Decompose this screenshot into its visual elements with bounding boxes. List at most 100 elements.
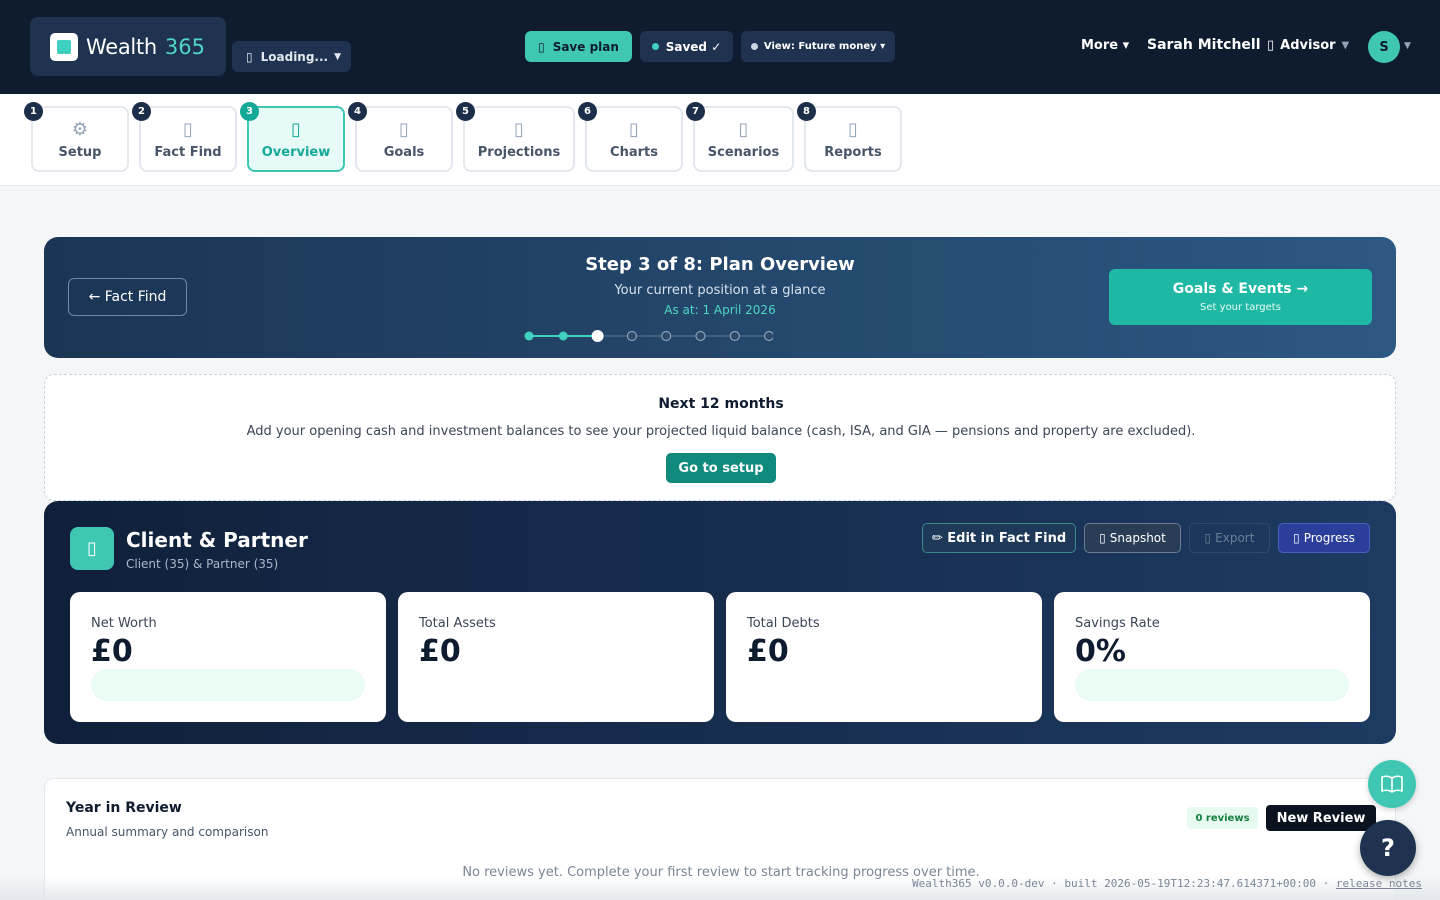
net-worth-card: Net Worth £0: [70, 592, 386, 722]
logo-mark-icon: [50, 32, 78, 61]
tab-projections[interactable]: 5 ▯ Projections: [456, 102, 575, 172]
save-plan-button[interactable]: ▯ Save plan: [525, 31, 632, 62]
snapshot-button[interactable]: ▯ Snapshot: [1084, 523, 1181, 553]
view-mode-dropdown[interactable]: View: Future money ▾: [741, 31, 895, 62]
progress-step-dot: [591, 330, 604, 342]
edit-in-fact-find-button[interactable]: ✏ Edit in Fact Find: [922, 523, 1076, 553]
tab-scenarios[interactable]: 7 ▯ Scenarios: [686, 102, 794, 172]
next-12-months-card: Next 12 months Add your opening cash and…: [44, 374, 1396, 501]
build-version: Wealth365 v0.0.0-dev · built 2026-05-19T…: [912, 877, 1336, 890]
avatar[interactable]: S: [1368, 31, 1400, 63]
new-review-button[interactable]: New Review: [1266, 805, 1376, 831]
tab-number: 6: [578, 102, 597, 121]
briefcase-icon: ▯: [1267, 38, 1275, 53]
chart-icon: ▯: [629, 118, 639, 140]
reviews-count-badge: 0 reviews: [1187, 807, 1258, 829]
tab-number: 5: [456, 102, 475, 121]
stat-label: Net Worth: [91, 616, 157, 631]
folder-icon: ▯: [246, 49, 253, 64]
stat-label: Total Debts: [747, 616, 820, 631]
save-plan-label: Save plan: [552, 39, 619, 54]
progress-label: Progress: [1303, 531, 1355, 545]
savings-rate-sparkline: [1075, 669, 1349, 701]
release-notes-link[interactable]: release notes: [1336, 877, 1422, 890]
export-icon: ▯: [1204, 531, 1212, 545]
step-progress: [524, 330, 773, 342]
avatar-chevron-icon[interactable]: ▼: [1404, 41, 1411, 51]
tab-overview[interactable]: 3 ▯ Overview: [240, 102, 345, 172]
gear-icon: ⚙: [71, 118, 89, 140]
progress-step-dot: [764, 330, 773, 342]
tab-charts[interactable]: 6 ▯ Charts: [578, 102, 683, 172]
tab-label: Charts: [610, 144, 658, 160]
progress-step-dot: [729, 330, 740, 342]
savings-rate-card: Savings Rate 0%: [1054, 592, 1370, 722]
stat-value: £0: [91, 634, 133, 669]
goals-events-label: Goals & Events →: [1172, 281, 1309, 297]
tab-number: 4: [348, 102, 367, 121]
tab-number: 7: [686, 102, 705, 121]
guide-book-button[interactable]: [1368, 760, 1416, 808]
progress-icon: ▯: [1293, 531, 1300, 545]
help-button[interactable]: ?: [1360, 820, 1416, 876]
chevron-down-icon: ▼: [334, 51, 342, 62]
step-tabs: 1 ⚙ Setup 2 ▯ Fact Find 3 ▯ Overview 4 ▯…: [0, 94, 1440, 186]
tab-number: 1: [24, 102, 43, 121]
save-icon: ▯: [538, 39, 545, 54]
role-dropdown[interactable]: ▯ Advisor ▼: [1267, 38, 1349, 53]
year-in-review-subtitle: Annual summary and comparison: [66, 825, 269, 839]
overview-icon: ▯: [291, 118, 301, 140]
export-button[interactable]: ▯ Export: [1189, 523, 1270, 553]
net-worth-sparkline: [91, 669, 365, 701]
chevron-down-icon: ▼: [1341, 40, 1350, 51]
go-to-setup-button[interactable]: Go to setup: [666, 453, 776, 483]
client-panel: ▯ Client & Partner Client (35) & Partner…: [44, 501, 1396, 744]
progress-step-dot: [661, 330, 672, 342]
client-title: Client & Partner: [126, 528, 308, 552]
step-banner: ← Fact Find Step 3 of 8: Plan Overview Y…: [44, 237, 1396, 358]
progress-step-dot: [558, 331, 568, 341]
saved-status: Saved ✓: [640, 31, 733, 62]
export-label: Export: [1215, 531, 1255, 545]
plan-selector[interactable]: ▯ Loading... ▼: [232, 41, 351, 72]
report-icon: ▯: [848, 118, 858, 140]
camera-icon: ▯: [1099, 531, 1106, 545]
progress-button[interactable]: ▯ Progress: [1278, 523, 1370, 553]
view-dot-icon: [750, 43, 758, 50]
stat-label: Savings Rate: [1075, 616, 1160, 631]
tab-number: 2: [132, 102, 151, 121]
target-icon: ▯: [399, 118, 409, 140]
next-12-months-text: Add your opening cash and investment bal…: [246, 424, 1196, 439]
tab-label: Goals: [383, 144, 425, 160]
tab-setup[interactable]: 1 ⚙ Setup: [24, 102, 129, 172]
progress-step-dot: [524, 331, 534, 341]
client-subtitle: Client (35) & Partner (35): [126, 557, 279, 571]
clipboard-icon: ▯: [183, 118, 193, 140]
tab-label: Reports: [824, 144, 882, 160]
goals-events-sublabel: Set your targets: [1200, 302, 1281, 313]
tab-label: Scenarios: [707, 144, 780, 160]
total-assets-card: Total Assets £0: [398, 592, 714, 722]
tab-label: Fact Find: [154, 144, 222, 160]
goals-events-button[interactable]: Goals & Events → Set your targets: [1109, 269, 1372, 325]
stat-value: 0%: [1075, 634, 1126, 669]
tab-label: Projections: [477, 144, 561, 160]
tab-fact-find[interactable]: 2 ▯ Fact Find: [132, 102, 237, 172]
saved-dot-icon: [651, 43, 659, 50]
book-icon: [1381, 775, 1403, 793]
brand-name: Wealth: [86, 34, 157, 59]
scenario-icon: ▯: [738, 118, 749, 140]
user-name: Sarah Mitchell: [1147, 37, 1261, 53]
more-menu[interactable]: More ▾: [1081, 38, 1129, 53]
snapshot-label: Snapshot: [1109, 531, 1166, 545]
tab-label: Setup: [58, 144, 102, 160]
brand-logo[interactable]: Wealth 365: [30, 17, 226, 76]
tab-reports[interactable]: 8 ▯ Reports: [797, 102, 902, 172]
top-header: Wealth 365 ▯ Loading... ▼ ▯ Save plan Sa…: [0, 0, 1440, 94]
tab-goals[interactable]: 4 ▯ Goals: [348, 102, 453, 172]
tab-number: 3: [240, 102, 259, 121]
progress-step-dot: [695, 330, 706, 342]
tab-number: 8: [797, 102, 816, 121]
next-12-months-title: Next 12 months: [658, 396, 784, 412]
progress-step-dot: [626, 330, 638, 342]
